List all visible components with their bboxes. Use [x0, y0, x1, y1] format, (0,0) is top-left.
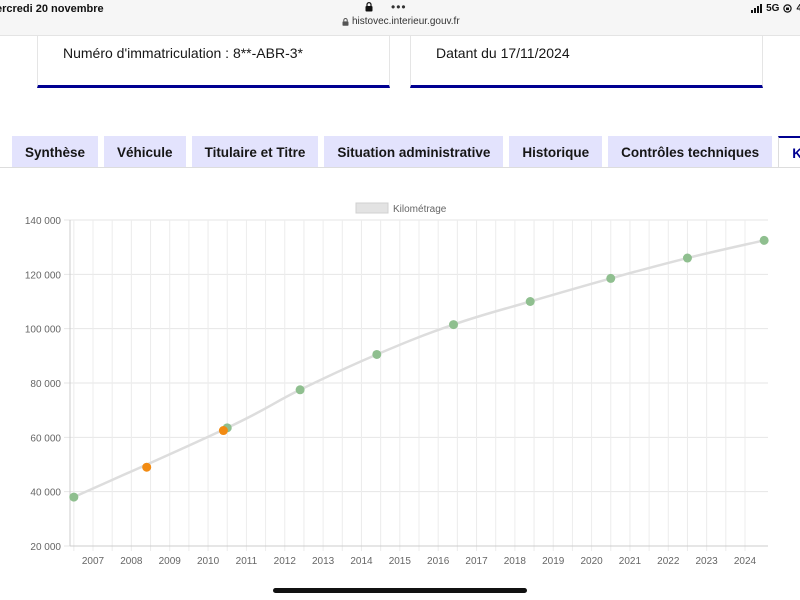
x-tick-label: 2013	[312, 556, 335, 567]
mileage-point	[525, 297, 535, 306]
y-tick-label: 20 000	[30, 542, 61, 553]
network-label: 5G	[766, 3, 780, 14]
mileage-chart-panel: 20 000 40 000 60 000 80 000 100 000 120 000 14…	[0, 168, 800, 600]
orientation-lock-icon	[783, 4, 793, 13]
mileage-point	[295, 385, 305, 395]
status-bar: ercredi 20 novembre ••• histovec.interie…	[0, 0, 800, 36]
y-tick-label: 100 000	[25, 325, 62, 336]
x-tick-label: 2018	[504, 556, 527, 567]
tab-controles-techniques[interactable]: Contrôles techniques	[608, 136, 773, 168]
x-tick-label: 2017	[465, 556, 488, 567]
tab-vehicule[interactable]: Véhicule	[104, 136, 186, 168]
x-tick-label: 2022	[657, 556, 680, 567]
legend-label: Kilométrage	[393, 204, 447, 215]
tab-synthese[interactable]: Synthèse	[12, 136, 99, 168]
x-tick-label: 2014	[350, 556, 373, 567]
tab-situation-administrative[interactable]: Situation administrative	[324, 136, 504, 168]
x-tick-label: 2015	[389, 556, 412, 567]
y-tick-label: 120 000	[25, 270, 62, 281]
registration-number: Numéro d'immatriculation : 8**-ABR-3*	[63, 45, 303, 61]
registration-card: Numéro d'immatriculation : 8**-ABR-3*	[37, 36, 390, 88]
mileage-point	[606, 273, 616, 283]
signal-icon	[751, 4, 763, 13]
tab-titulaire[interactable]: Titulaire et Titre	[191, 136, 319, 168]
tabs-overview-dots[interactable]: •••	[391, 0, 407, 14]
y-tick-label: 60 000	[30, 433, 61, 444]
y-tick-label: 40 000	[30, 488, 61, 499]
y-tick-label: 80 000	[30, 379, 61, 390]
mileage-alert-point	[142, 462, 152, 472]
mileage-point	[759, 235, 769, 245]
x-tick-label: 2010	[197, 556, 220, 567]
tab-kilometrage[interactable]: Kilo	[778, 136, 800, 168]
x-tick-label: 2011	[236, 556, 258, 567]
x-tick-label: 2020	[580, 556, 603, 567]
x-tick-label: 2021	[619, 556, 642, 567]
x-tick-label: 2012	[274, 556, 297, 567]
x-tick-label: 2007	[82, 556, 105, 567]
mileage-point	[372, 349, 382, 359]
report-date-card: Datant du 17/11/2024	[410, 36, 763, 88]
address-bar[interactable]: histovec.interieur.gouv.fr	[342, 16, 460, 27]
status-date: ercredi 20 novembre	[0, 3, 104, 15]
x-tick-label: 2023	[696, 556, 719, 567]
y-tick-label: 140 000	[25, 216, 62, 227]
x-tick-label: 2019	[542, 556, 565, 567]
lock-icon	[365, 2, 373, 12]
tab-historique[interactable]: Historique	[509, 136, 603, 168]
secure-lock-icon	[342, 17, 349, 26]
x-tick-label: 2008	[120, 556, 143, 567]
home-indicator[interactable]	[273, 588, 527, 593]
mileage-alert-point	[218, 426, 228, 436]
battery-label: 4	[796, 3, 800, 14]
tab-bar: Synthèse Véhicule Titulaire et Titre Sit…	[12, 136, 800, 168]
address-url: histovec.interieur.gouv.fr	[352, 16, 460, 27]
mileage-point	[69, 492, 79, 502]
legend-swatch	[355, 202, 389, 214]
x-tick-label: 2009	[159, 556, 182, 567]
mileage-chart: 20 000 40 000 60 000 80 000 100 000 120 000 14…	[25, 202, 769, 567]
mileage-point	[682, 253, 692, 263]
x-tick-label: 2024	[734, 556, 757, 567]
report-date: Datant du 17/11/2024	[436, 45, 570, 61]
x-tick-label: 2016	[427, 556, 450, 567]
status-indicators: 5G 4	[751, 3, 800, 14]
mileage-point	[449, 320, 459, 330]
